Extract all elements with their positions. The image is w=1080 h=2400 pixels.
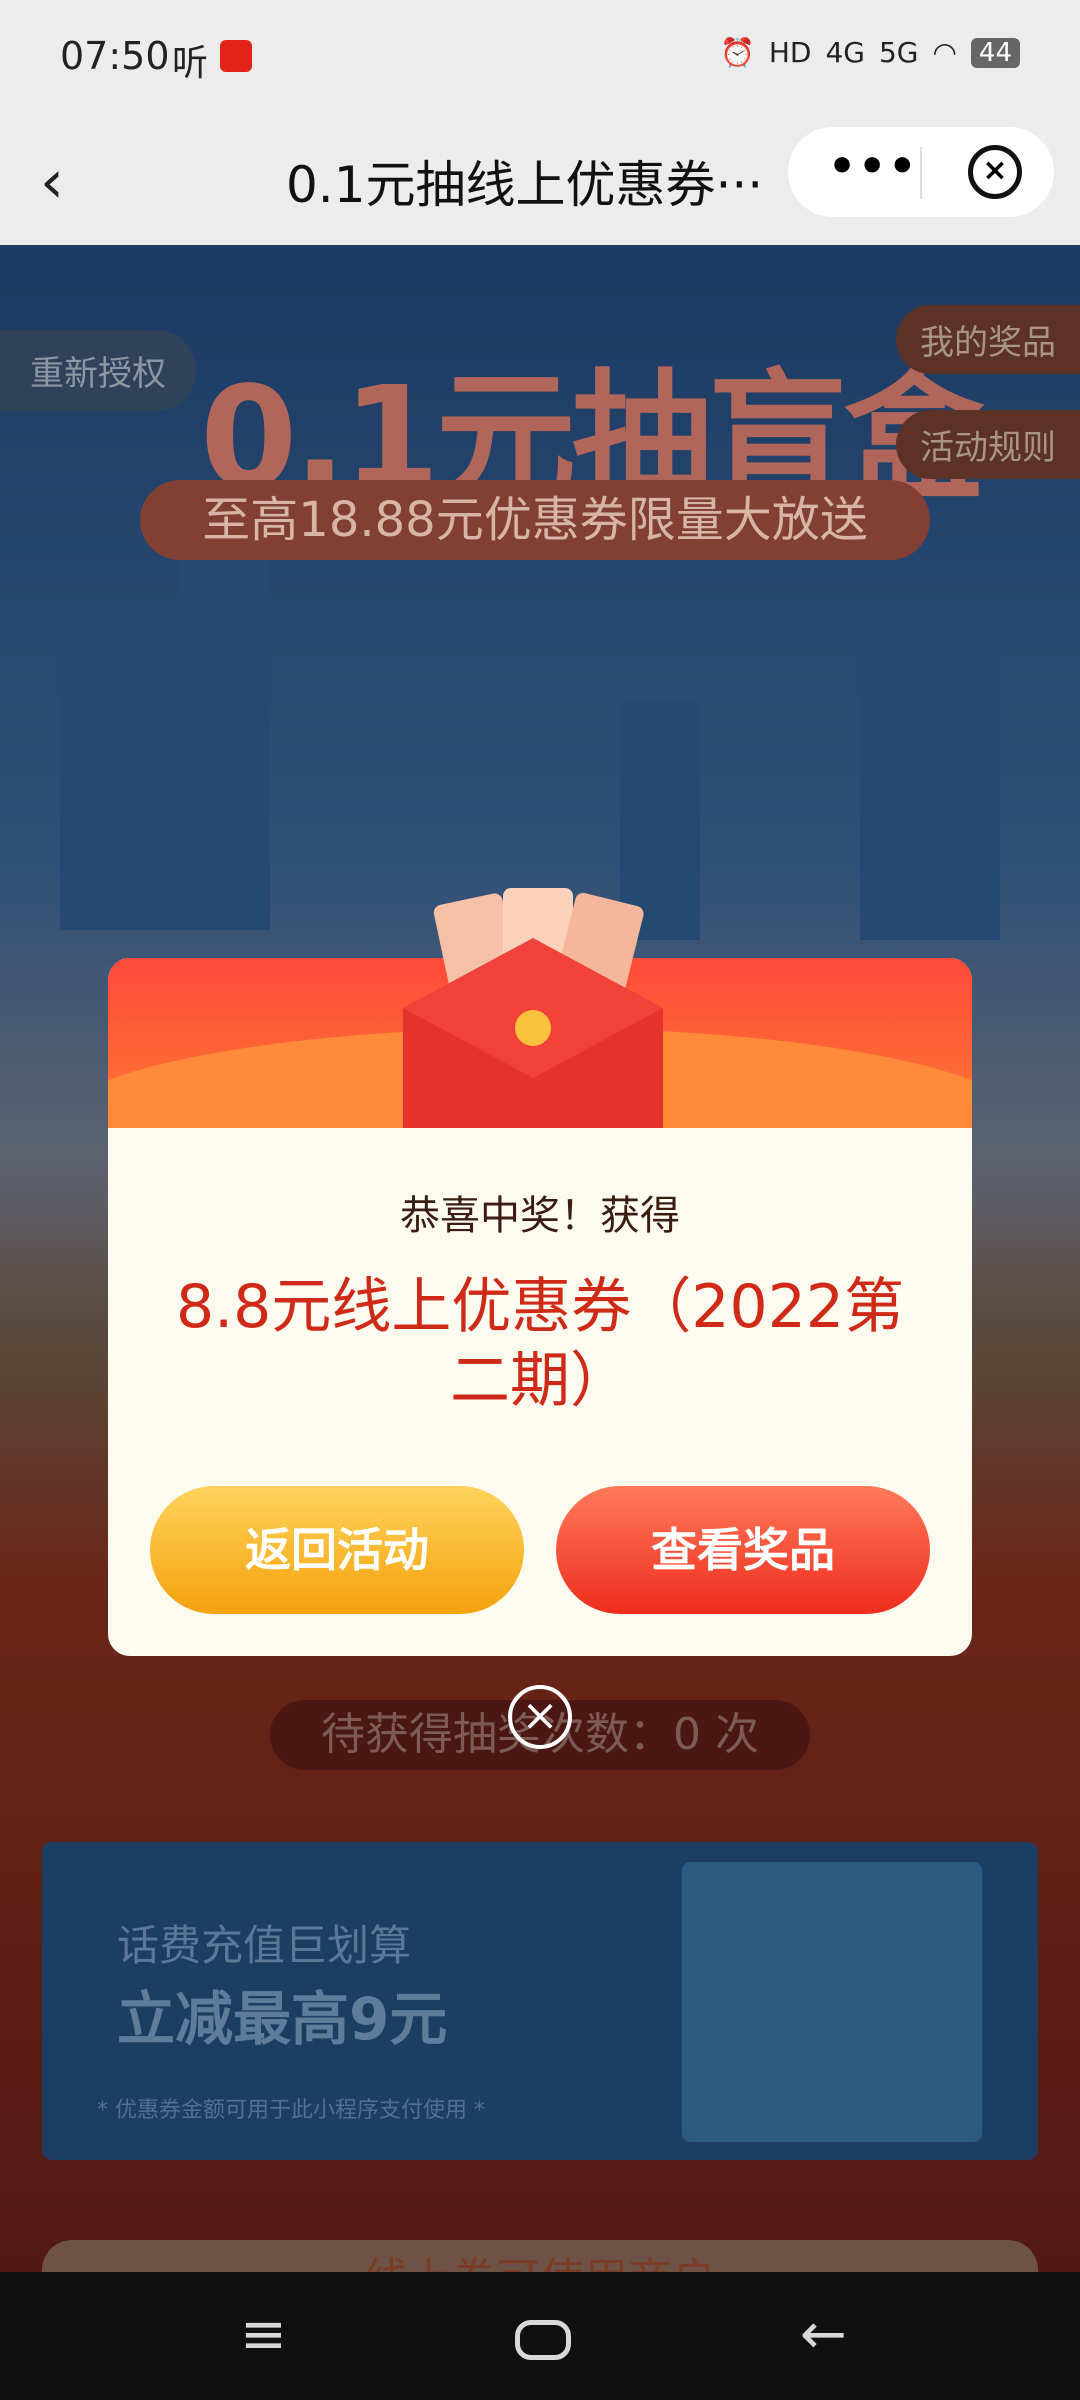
wifi-icon: ◠ (932, 36, 957, 69)
banner-note: * 优惠券金额可用于此小程序支付使用 * (97, 2098, 485, 2123)
reauthorize-button[interactable]: 重新授权 (0, 330, 196, 411)
banner-illustration (682, 1862, 982, 2142)
miniprogram-capsule: ••• × (788, 127, 1054, 217)
more-options-icon[interactable]: ••• (828, 141, 918, 192)
5g-signal-icon: 5G (878, 36, 919, 69)
alarm-icon: ⏰ (719, 36, 755, 69)
navigation-bar: ‹ 0.1元抽线上优惠券··· ••• × (0, 115, 1080, 245)
menu-icon[interactable]: ≡ (240, 2302, 287, 2367)
status-app-label: 听 (172, 43, 209, 84)
capsule-divider (920, 147, 922, 199)
status-time: 07:50 (60, 34, 170, 78)
skyline-building (180, 560, 270, 930)
system-nav-bar: ≡ ← (0, 2272, 1080, 2400)
close-miniprogram-icon[interactable]: × (968, 145, 1022, 199)
back-arrow-icon[interactable]: ‹ (40, 147, 64, 217)
page-title: 0.1元抽线上优惠券··· (286, 156, 764, 214)
skyline-building (60, 610, 180, 930)
my-prizes-button[interactable]: 我的奖品 (896, 305, 1080, 374)
recharge-banner[interactable]: 话费充值巨划算 立减最高9元 * 优惠券金额可用于此小程序支付使用 * (42, 1842, 1038, 2160)
prize-dialog: 恭喜中奖！获得 8.8元线上优惠券（2022第二期） 返回活动 查看奖品 (108, 888, 972, 1656)
app-notification-icon (220, 40, 252, 72)
skyline-building (860, 640, 1000, 940)
status-bar: 07:50 听 ⏰ HD 4G 5G ◠ 44 (0, 0, 1080, 115)
home-icon[interactable] (515, 2320, 571, 2360)
prize-text: 8.8元线上优惠券（2022第二期） (175, 1272, 905, 1416)
battery-icon: 44 (970, 37, 1020, 68)
congrats-text: 恭喜中奖！获得 (400, 1193, 680, 1239)
hd-icon: HD (768, 36, 812, 69)
banner-line1: 话费充值巨划算 (117, 1921, 412, 1970)
close-dialog-icon[interactable]: × (508, 1685, 572, 1749)
return-to-activity-button[interactable]: 返回活动 (150, 1486, 524, 1614)
4g-signal-icon: 4G (825, 36, 865, 69)
view-prize-button[interactable]: 查看奖品 (556, 1486, 930, 1614)
red-envelope-icon (403, 888, 663, 1128)
activity-rules-button[interactable]: 活动规则 (896, 410, 1080, 479)
banner-line2: 立减最高9元 (117, 1985, 448, 2053)
status-icons: ⏰ HD 4G 5G ◠ 44 (720, 36, 1020, 69)
back-icon[interactable]: ← (800, 2302, 847, 2367)
hero-subtitle: 至高18.88元优惠券限量大放送 (140, 480, 930, 560)
